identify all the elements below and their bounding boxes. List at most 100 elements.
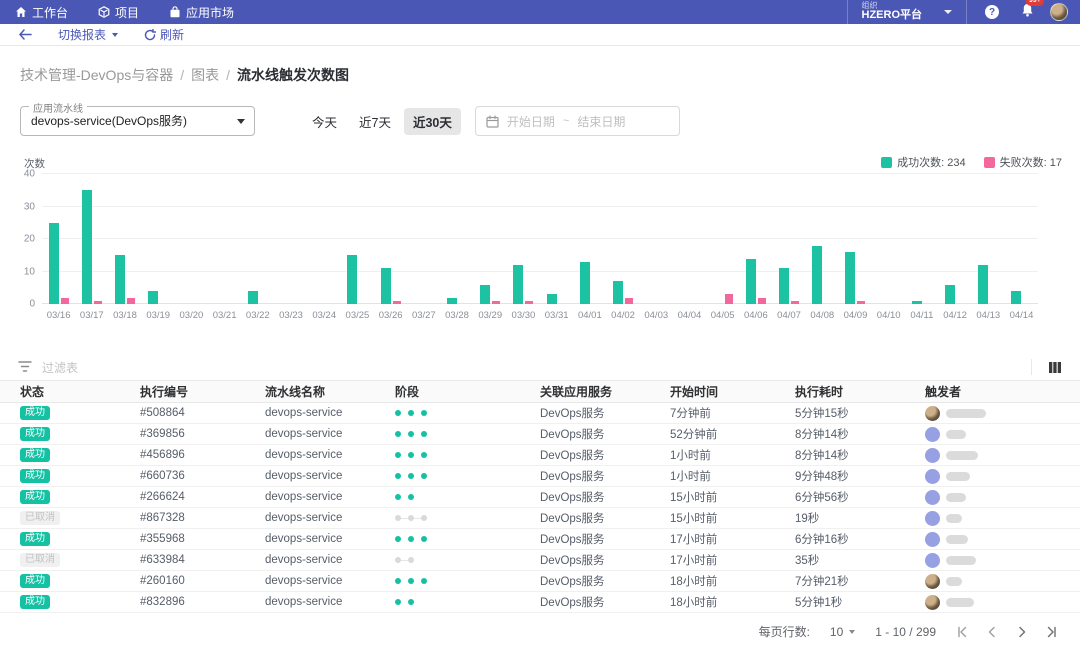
org-label: 组织: [862, 2, 923, 10]
x-axis-label: 04/13: [972, 310, 1005, 321]
nav-item-3[interactable]: 应用市场: [154, 0, 249, 24]
legend-item-1[interactable]: 成功次数: 234: [881, 154, 965, 170]
success-bar[interactable]: [513, 265, 523, 304]
table-row[interactable]: 成功#260160devops-serviceDevOps服务18小时前7分钟2…: [0, 571, 1080, 592]
table-filter-input[interactable]: 过滤表: [42, 359, 1031, 376]
table-row[interactable]: 成功#660736devops-serviceDevOps服务1小时前9分钟48…: [0, 466, 1080, 487]
status-cell: 成功: [20, 427, 140, 441]
stage-connector: [414, 455, 421, 456]
stage-connector: [401, 497, 408, 498]
pipeline-select[interactable]: 应用流水线 devops-service(DevOps服务): [20, 106, 255, 136]
success-bar[interactable]: [547, 294, 557, 304]
fail-bar[interactable]: [525, 301, 533, 304]
refresh-button[interactable]: 刷新: [144, 26, 184, 43]
success-bar[interactable]: [1011, 291, 1021, 304]
trigger-avatar: [925, 427, 940, 442]
fail-bar[interactable]: [857, 301, 865, 304]
success-bar[interactable]: [812, 246, 822, 305]
trigger-name-redacted: [946, 577, 962, 586]
success-bar[interactable]: [447, 298, 457, 305]
trigger-name-redacted: [946, 535, 968, 544]
nav-item-label: 工作台: [32, 4, 68, 21]
breadcrumb-part[interactable]: 技术管理-DevOps与容器: [20, 67, 173, 83]
success-bar[interactable]: [248, 291, 258, 304]
table-row[interactable]: 成功#456896devops-serviceDevOps服务1小时前8分钟14…: [0, 445, 1080, 466]
fail-bar[interactable]: [393, 301, 401, 304]
y-tick-label: 20: [24, 234, 35, 245]
success-bar[interactable]: [912, 301, 922, 304]
success-bar[interactable]: [978, 265, 988, 304]
range-button-近30天[interactable]: 近30天: [404, 108, 461, 135]
prev-page-button[interactable]: [986, 626, 998, 638]
org-switcher[interactable]: 组织 HZERO平台: [847, 0, 968, 24]
success-bar[interactable]: [480, 285, 490, 305]
bar-series: [42, 174, 1038, 304]
fail-bar[interactable]: [94, 301, 102, 304]
column-header-关联应用服务: 关联应用服务: [540, 383, 670, 400]
table-row[interactable]: 成功#266624devops-serviceDevOps服务15小时前6分钟5…: [0, 487, 1080, 508]
success-bar[interactable]: [613, 281, 623, 304]
fail-bar[interactable]: [725, 294, 733, 304]
back-arrow-icon: [18, 29, 32, 40]
success-bar[interactable]: [82, 190, 92, 304]
status-badge: 成功: [20, 595, 50, 609]
last-page-button[interactable]: [1046, 626, 1058, 638]
column-header-阶段: 阶段: [395, 383, 540, 400]
back-button[interactable]: [18, 29, 32, 40]
notifications-button[interactable]: 99+: [1021, 3, 1034, 22]
trigger-avatar: [925, 595, 940, 610]
success-bar[interactable]: [746, 259, 756, 305]
nav-item-1[interactable]: 工作台: [0, 0, 83, 24]
nav-item-2[interactable]: 项目: [83, 0, 154, 24]
columns-icon[interactable]: [1048, 361, 1062, 374]
first-page-button[interactable]: [956, 626, 968, 638]
date-range-picker[interactable]: 开始日期 ~ 结束日期: [475, 106, 680, 136]
refresh-icon: [144, 29, 156, 41]
table-row[interactable]: 成功#508864devops-serviceDevOps服务7分钟前5分钟15…: [0, 403, 1080, 424]
stages-cell: [395, 452, 540, 458]
success-bar[interactable]: [945, 285, 955, 305]
table-row[interactable]: 成功#355968devops-serviceDevOps服务17小时前6分钟1…: [0, 529, 1080, 550]
range-button-今天[interactable]: 今天: [303, 108, 346, 135]
trigger-name-redacted: [946, 409, 986, 418]
success-bar[interactable]: [347, 255, 357, 304]
trigger-avatar: [925, 532, 940, 547]
status-badge: 成功: [20, 406, 50, 420]
fail-bar[interactable]: [791, 301, 799, 304]
trigger-cell: [925, 469, 1080, 484]
fail-bar[interactable]: [61, 298, 69, 305]
table-row[interactable]: 已取消#633984devops-serviceDevOps服务17小时前35秒: [0, 550, 1080, 571]
trigger-cell: [925, 553, 1080, 568]
fail-bar[interactable]: [758, 298, 766, 305]
breadcrumb-part[interactable]: 图表: [191, 67, 219, 83]
stage-dots: [395, 473, 540, 479]
table-row[interactable]: 成功#369856devops-serviceDevOps服务52分钟前8分钟1…: [0, 424, 1080, 445]
stage-dot: [421, 431, 427, 437]
column-settings: [1031, 359, 1062, 375]
table-row[interactable]: 成功#832896devops-serviceDevOps服务18小时前5分钟1…: [0, 592, 1080, 613]
next-page-button[interactable]: [1016, 626, 1028, 638]
table-row[interactable]: 已取消#867328devops-serviceDevOps服务15小时前19秒: [0, 508, 1080, 529]
success-bar[interactable]: [845, 252, 855, 304]
report-toolbar: 切换报表 刷新: [0, 24, 1080, 46]
switch-report-button[interactable]: 切换报表: [58, 26, 118, 43]
help-icon[interactable]: ?: [985, 5, 999, 19]
success-bar[interactable]: [49, 223, 59, 304]
legend-item-2[interactable]: 失败次数: 17: [984, 154, 1062, 170]
success-bar[interactable]: [115, 255, 125, 304]
stages-cell: [395, 473, 540, 479]
bar-group-04/03: [640, 174, 673, 304]
status-badge: 已取消: [20, 553, 60, 567]
range-button-近7天[interactable]: 近7天: [350, 108, 400, 135]
success-bar[interactable]: [381, 268, 391, 304]
fail-bar[interactable]: [492, 301, 500, 304]
user-avatar[interactable]: [1050, 3, 1068, 21]
success-bar[interactable]: [148, 291, 158, 304]
bar-group-03/31: [540, 174, 573, 304]
success-bar[interactable]: [580, 262, 590, 304]
fail-bar[interactable]: [625, 298, 633, 305]
fail-bar[interactable]: [127, 298, 135, 305]
rows-per-page-select[interactable]: 10: [830, 625, 855, 639]
success-bar[interactable]: [779, 268, 789, 304]
execution-id-cell: #660736: [140, 470, 265, 482]
